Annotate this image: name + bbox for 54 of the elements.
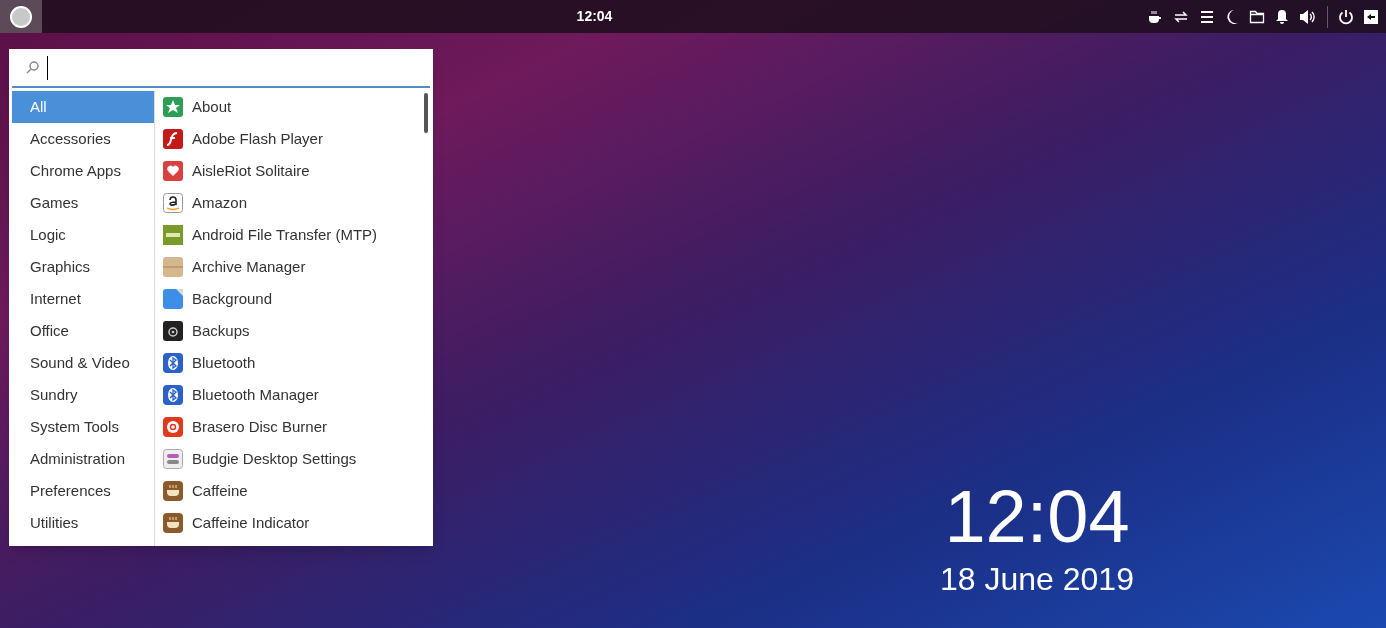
app-item[interactable]: Caffeine bbox=[162, 475, 256, 507]
coffee-cup-icon bbox=[162, 512, 184, 534]
folder-icon[interactable] bbox=[1249, 8, 1265, 25]
bell-icon[interactable] bbox=[1275, 8, 1289, 25]
arrow-left-icon[interactable] bbox=[1364, 9, 1378, 24]
desktop-clock-time: 12:04 bbox=[944, 474, 1130, 560]
category-item[interactable]: System Tools bbox=[12, 411, 154, 443]
coffee-cup-icon[interactable] bbox=[1147, 8, 1163, 25]
category-item[interactable]: Graphics bbox=[12, 251, 154, 283]
amazon-icon bbox=[162, 192, 184, 214]
app-item[interactable]: Bluetooth bbox=[162, 347, 264, 379]
category-item[interactable]: Accessories bbox=[12, 123, 154, 155]
panel-clock[interactable]: 12:04 bbox=[576, 6, 613, 27]
power-icon[interactable] bbox=[1338, 8, 1354, 25]
safe-icon bbox=[162, 320, 184, 342]
category-item[interactable]: Preferences bbox=[12, 475, 154, 507]
search-icon bbox=[26, 61, 39, 74]
category-item[interactable]: Sundry bbox=[12, 379, 154, 411]
desktop-clock-date: 18 June 2019 bbox=[940, 560, 1134, 598]
app-item[interactable]: Android File Transfer (MTP) bbox=[162, 219, 386, 251]
sync-arrows-icon[interactable] bbox=[1173, 8, 1189, 25]
flash-icon bbox=[162, 128, 184, 150]
hamburger-icon[interactable] bbox=[1199, 8, 1215, 25]
scrollbar[interactable] bbox=[424, 93, 428, 133]
picture-icon bbox=[162, 288, 184, 310]
bluetooth-icon bbox=[162, 352, 184, 374]
moon-icon[interactable] bbox=[1225, 8, 1239, 25]
category-item[interactable]: Utilities bbox=[12, 507, 154, 539]
app-item[interactable]: Bluetooth Manager bbox=[162, 379, 327, 411]
app-item[interactable]: Archive Manager bbox=[162, 251, 314, 283]
menu-button[interactable] bbox=[0, 0, 42, 33]
app-item[interactable]: Backups bbox=[162, 315, 258, 347]
app-item[interactable]: About bbox=[162, 91, 240, 123]
toggle-switches-icon bbox=[162, 448, 184, 470]
category-item[interactable]: Games bbox=[12, 187, 154, 219]
app-item[interactable]: AisleRiot Solitaire bbox=[162, 155, 318, 187]
bluetooth-icon bbox=[162, 384, 184, 406]
box-icon bbox=[162, 256, 184, 278]
speaker-icon[interactable] bbox=[1299, 8, 1317, 25]
category-item[interactable]: Internet bbox=[12, 283, 154, 315]
app-item[interactable]: Amazon bbox=[162, 187, 256, 219]
app-item[interactable]: Brasero Disc Burner bbox=[162, 411, 336, 443]
app-item[interactable]: Adobe Flash Player bbox=[162, 123, 331, 155]
category-item[interactable]: Sound & Video bbox=[12, 347, 154, 379]
category-item[interactable]: Office bbox=[12, 315, 154, 347]
category-item[interactable]: Logic bbox=[12, 219, 154, 251]
category-item[interactable]: Chrome Apps bbox=[12, 155, 154, 187]
app-item[interactable]: Caffeine Indicator bbox=[162, 507, 318, 539]
app-item[interactable]: Budgie Desktop Settings bbox=[162, 443, 365, 475]
menu-icon bbox=[9, 4, 33, 29]
tile-icon bbox=[162, 224, 184, 246]
category-item[interactable]: Administration bbox=[12, 443, 154, 475]
app-item[interactable]: Background bbox=[162, 283, 281, 315]
coffee-cup-icon bbox=[162, 480, 184, 502]
